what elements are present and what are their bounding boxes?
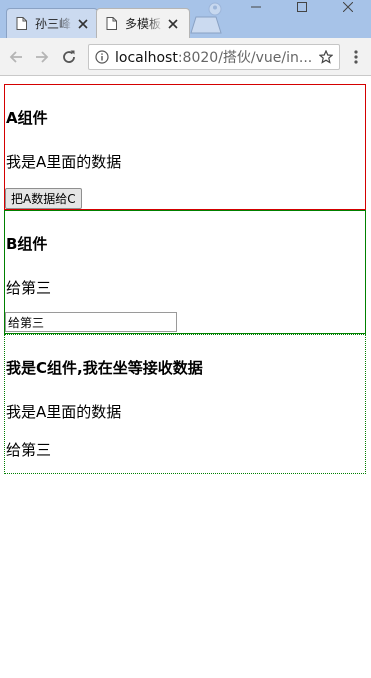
component-a: A组件 我是A里面的数据 把A数据给C bbox=[4, 84, 366, 210]
component-c-heading: 我是C组件,我在坐等接收数据 bbox=[6, 359, 203, 377]
close-tab-icon[interactable] bbox=[167, 18, 179, 30]
component-b-heading: B组件 bbox=[6, 235, 48, 253]
new-tab-button[interactable] bbox=[190, 16, 222, 34]
component-a-text: 我是A里面的数据 bbox=[6, 153, 122, 171]
profile-icon[interactable] bbox=[208, 2, 222, 16]
page-icon bbox=[106, 17, 117, 30]
more-vertical-icon bbox=[354, 50, 358, 64]
browser-window: 孙三峰 多模板 localhost:8020/搭伙/vue/in... A组件 … bbox=[0, 0, 371, 678]
reload-icon bbox=[63, 50, 75, 63]
tab-title: 多模板 bbox=[125, 17, 162, 31]
send-a-data-to-c-button[interactable]: 把A数据给C bbox=[5, 188, 82, 209]
close-icon bbox=[343, 2, 353, 12]
arrow-right-icon bbox=[36, 51, 49, 63]
component-c: 我是C组件,我在坐等接收数据 我是A里面的数据 给第三 bbox=[4, 334, 366, 474]
forward-button[interactable] bbox=[32, 47, 52, 67]
component-a-heading: A组件 bbox=[6, 109, 48, 127]
component-b-input[interactable] bbox=[5, 312, 177, 332]
arrow-left-icon bbox=[9, 51, 22, 63]
menu-button[interactable] bbox=[346, 47, 366, 67]
component-c-text-from-b: 给第三 bbox=[6, 441, 52, 459]
page-viewport: A组件 我是A里面的数据 把A数据给C B组件 给第三 我是C组件,我在坐等接收… bbox=[0, 76, 371, 678]
close-tab-icon[interactable] bbox=[77, 18, 89, 30]
component-c-text-from-a: 我是A里面的数据 bbox=[6, 403, 122, 421]
address-bar[interactable]: localhost:8020/搭伙/vue/in... bbox=[88, 44, 340, 70]
tab-strip: 孙三峰 多模板 bbox=[0, 0, 371, 38]
minimize-icon bbox=[251, 6, 261, 8]
info-icon[interactable] bbox=[95, 50, 109, 64]
maximize-button[interactable] bbox=[279, 0, 325, 14]
window-controls bbox=[233, 0, 371, 14]
tab-title: 孙三峰 bbox=[35, 17, 72, 31]
reload-button[interactable] bbox=[59, 47, 79, 67]
component-b: B组件 给第三 bbox=[4, 210, 366, 334]
minimize-button[interactable] bbox=[233, 0, 279, 14]
page-icon bbox=[16, 17, 27, 30]
maximize-icon bbox=[297, 2, 307, 12]
component-b-text: 给第三 bbox=[6, 279, 52, 297]
back-button[interactable] bbox=[6, 47, 26, 67]
close-window-button[interactable] bbox=[325, 0, 371, 14]
tab-sunsanfeng[interactable]: 孙三峰 bbox=[6, 8, 98, 38]
tab-multi-template[interactable]: 多模板 bbox=[96, 8, 190, 38]
url-text: localhost:8020/搭伙/vue/in... bbox=[115, 50, 313, 66]
bookmark-star-icon[interactable] bbox=[319, 50, 333, 64]
browser-toolbar: localhost:8020/搭伙/vue/in... bbox=[0, 38, 371, 76]
